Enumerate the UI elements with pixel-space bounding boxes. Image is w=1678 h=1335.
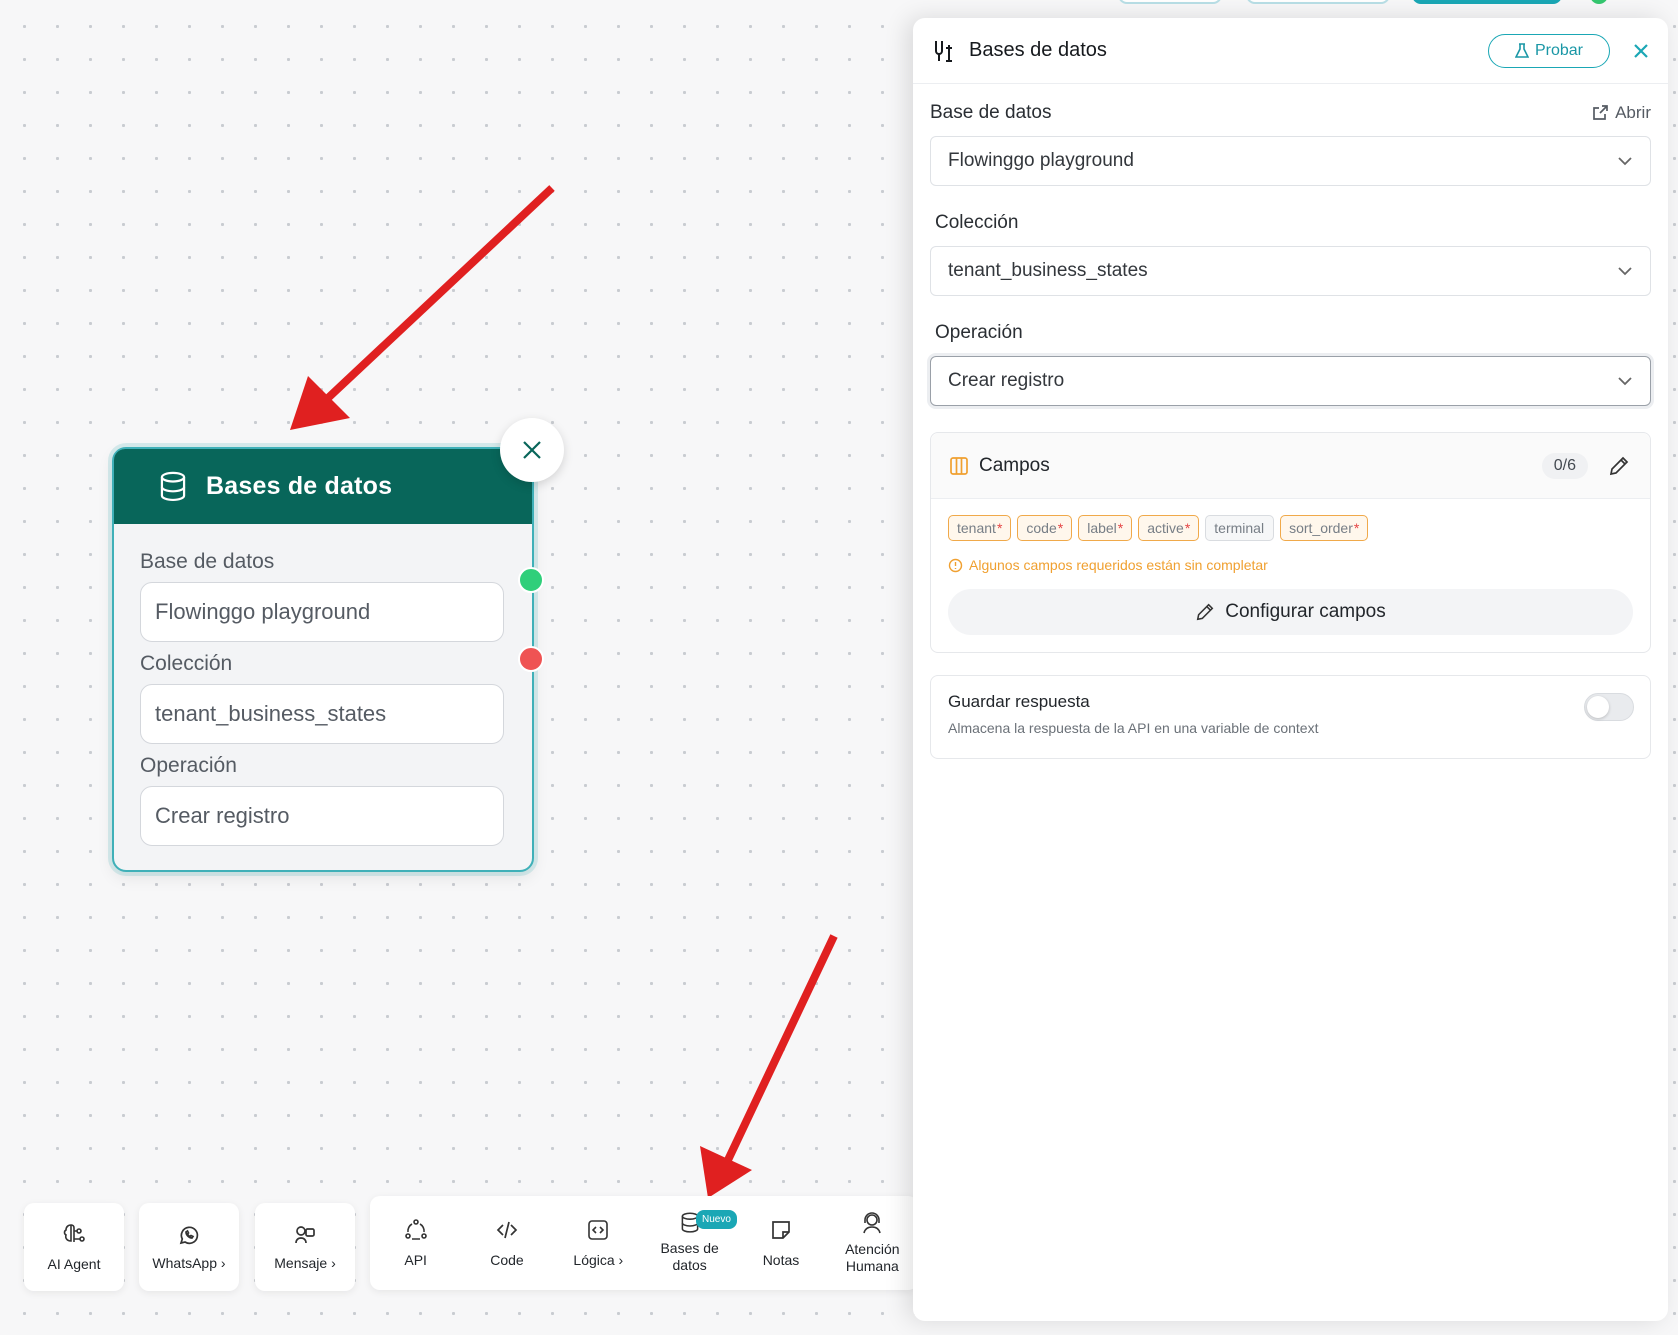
arrow-to-node: [325, 185, 555, 401]
message-icon: [295, 1226, 315, 1244]
save-response-title: Guardar respuesta: [948, 692, 1090, 711]
api-icon: [404, 1218, 427, 1240]
operation-label: Operación: [935, 322, 1023, 343]
close-icon[interactable]: [1632, 42, 1650, 60]
open-database-label: Abrir: [1615, 103, 1651, 122]
open-database-link[interactable]: Abrir: [1591, 103, 1651, 123]
arrow-to-toolbar-head: [700, 1146, 752, 1198]
tool-api-label: API: [404, 1251, 427, 1268]
tool-atencion-label-2: Humana: [845, 1258, 899, 1274]
tool-ai-agent-label: AI Agent: [47, 1256, 101, 1272]
save-response-description: Almacena la respuesta de la API en una v…: [948, 720, 1319, 736]
pencil-icon[interactable]: [1608, 455, 1630, 477]
save-response-toggle[interactable]: [1584, 693, 1634, 721]
node-field-database: Flowinggo playground: [140, 582, 504, 642]
chevron-down-icon: [1618, 377, 1632, 386]
tool-group: API Code Lógica › Nuevo Bases de datos N…: [370, 1196, 918, 1290]
node-success-handle[interactable]: [518, 567, 544, 593]
node-label-operation: Operación: [140, 754, 237, 777]
tool-bases-de-datos[interactable]: Nuevo Bases de datos: [644, 1196, 737, 1290]
tool-atencion-humana[interactable]: Atención Humana: [827, 1196, 918, 1290]
configure-fields-label: Configurar campos: [1225, 601, 1386, 622]
flask-icon: [1514, 42, 1529, 58]
configure-fields-button[interactable]: Configurar campos: [948, 589, 1633, 635]
tool-mensaje-label: Mensaje ›: [274, 1255, 336, 1271]
tool-ai-agent[interactable]: AI Agent: [24, 1203, 124, 1291]
database-select-value: Flowinggo playground: [948, 150, 1134, 171]
tool-logica[interactable]: Lógica ›: [553, 1196, 644, 1290]
tool-code-label: Code: [490, 1251, 524, 1268]
node-type-icon: [935, 40, 952, 62]
tool-whatsapp[interactable]: WhatsApp ›: [139, 1203, 239, 1291]
field-tag-code[interactable]: code *: [1017, 515, 1073, 541]
note-icon: [772, 1220, 790, 1239]
panel-title: Bases de datos: [969, 39, 1107, 61]
node-label-collection: Colección: [140, 652, 233, 675]
pencil-icon: [1196, 603, 1214, 621]
panel-header: Bases de datos Probar: [913, 18, 1668, 84]
chevron-down-icon: [1618, 267, 1632, 276]
operation-select-value: Crear registro: [948, 370, 1065, 391]
field-tag-active[interactable]: active *: [1138, 515, 1200, 541]
tool-notas[interactable]: Notas: [735, 1196, 826, 1290]
fields-card-header: Campos 0/6: [931, 433, 1650, 499]
database-label: Base de datos: [930, 102, 1052, 123]
required-fields-warning: Algunos campos requeridos están sin comp…: [948, 557, 1633, 573]
test-button-label: Probar: [1534, 41, 1584, 59]
collection-select-value: tenant_business_states: [948, 260, 1148, 281]
top-button-1[interactable]: [1118, 0, 1222, 4]
database-row: Base de datos Abrir: [930, 102, 1651, 124]
database-icon: [160, 471, 186, 501]
save-response-card: Guardar respuesta Almacena la respuesta …: [930, 675, 1651, 759]
top-button-primary[interactable]: [1412, 0, 1562, 4]
tool-notas-label: Notas: [762, 1251, 800, 1268]
tool-atencion-label-1: Atención: [845, 1241, 900, 1257]
external-link-icon: [1593, 105, 1608, 120]
warning-text: Algunos campos requeridos están sin comp…: [969, 557, 1268, 573]
database-node[interactable]: Bases de datos Base de datos Flowinggo p…: [112, 447, 534, 872]
field-tag-terminal[interactable]: terminal: [1205, 515, 1275, 541]
brain-icon: [63, 1224, 85, 1242]
tool-code[interactable]: Code: [461, 1196, 552, 1290]
close-icon: [523, 441, 541, 459]
code-icon: [496, 1221, 518, 1238]
node-error-handle[interactable]: [518, 646, 544, 672]
node-field-collection: tenant_business_states: [140, 684, 504, 744]
nuevo-badge: Nuevo: [695, 1210, 737, 1229]
tool-mensaje[interactable]: Mensaje ›: [255, 1203, 355, 1291]
tool-bases-label-2: datos: [672, 1257, 707, 1273]
node-header[interactable]: Bases de datos: [114, 449, 532, 524]
chevron-down-icon: [1618, 157, 1632, 166]
arrow-to-toolbar: [724, 934, 838, 1162]
columns-icon: [950, 456, 968, 475]
arrow-to-node-head: [290, 376, 350, 430]
logic-icon: [588, 1219, 609, 1240]
status-dot: [1590, 0, 1608, 4]
properties-panel: Bases de datos Probar Base de datos Abri…: [913, 18, 1668, 1321]
tool-api[interactable]: API: [370, 1196, 461, 1290]
tool-whatsapp-label: WhatsApp ›: [152, 1255, 226, 1271]
whatsapp-icon: [179, 1226, 199, 1245]
operation-select[interactable]: Crear registro: [930, 356, 1651, 406]
field-tags: tenant * code * label * active * terminal so…: [948, 515, 1633, 541]
support-agent-icon: [863, 1212, 882, 1234]
collection-select[interactable]: tenant_business_states: [930, 246, 1651, 296]
tool-bases-label-1: Bases de: [660, 1240, 719, 1256]
tool-logica-label: Lógica ›: [573, 1251, 624, 1268]
fields-count-badge: 0/6: [1541, 452, 1588, 479]
node-label-database: Base de datos: [140, 550, 275, 573]
field-tag-tenant[interactable]: tenant *: [948, 515, 1012, 541]
info-icon: [948, 558, 963, 572]
node-title: Bases de datos: [206, 472, 393, 500]
field-tag-sort-order[interactable]: sort_order *: [1280, 515, 1369, 541]
test-button[interactable]: Probar: [1488, 33, 1610, 68]
node-field-operation: Crear registro: [140, 786, 504, 846]
fields-card: Campos 0/6 tenant * code * label * active * …: [930, 432, 1651, 653]
field-tag-label[interactable]: label *: [1078, 515, 1133, 541]
collection-label: Colección: [935, 212, 1019, 233]
node-delete-button[interactable]: [500, 418, 564, 482]
database-select[interactable]: Flowinggo playground: [930, 136, 1651, 186]
fields-title: Campos: [979, 454, 1050, 476]
top-button-2[interactable]: [1246, 0, 1390, 4]
